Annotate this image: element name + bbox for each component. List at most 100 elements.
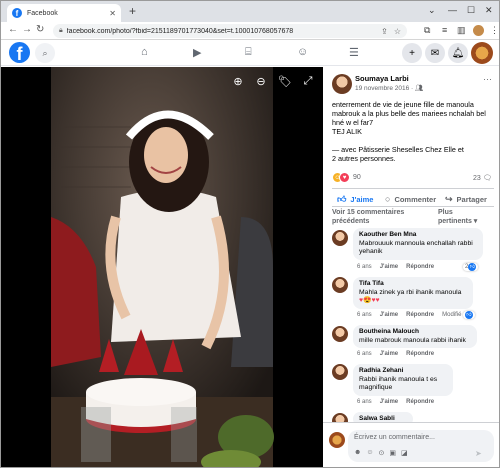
reactions-summary[interactable]: ☺ ♥ 90 [332, 172, 361, 183]
comment-meta: 6 ans J'aime Répondre [357, 351, 434, 357]
commenter-name[interactable]: Tifa Tifa [359, 280, 467, 289]
tab-title: Facebook [27, 9, 58, 17]
address-row: ← → ↻ 🔒︎ facebook.com/photo/?fbid=215118… [1, 22, 499, 40]
comment-reply-button[interactable]: Répondre [406, 264, 434, 270]
chevron-down-icon: ▾ [473, 217, 478, 225]
commenter-name[interactable]: Kaouther Ben Mna [359, 231, 477, 240]
reload-icon[interactable]: ↻ [36, 24, 44, 35]
avatar-sticker-icon[interactable]: ☻ [354, 449, 361, 457]
share-arrow-icon: ↪ [445, 194, 453, 204]
comment-bubble: Kaouther Ben Mna Mabrouuuk mannoula ench… [353, 228, 483, 260]
comment-count[interactable]: 23 🗨︎ [473, 174, 492, 182]
marketplace-icon[interactable]: ⌸ [245, 46, 252, 59]
comment-edited-label: Modifié [442, 312, 462, 318]
post-panel: Soumaya Larbi 19 novembre 2016 · 👥︎ ··· … [323, 67, 499, 467]
current-user-avatar [329, 432, 345, 448]
groups-icon[interactable]: ☺ [297, 46, 308, 58]
comment-placeholder: Écrivez un commentaire... [354, 434, 435, 441]
search-icon[interactable]: ⌕ [35, 43, 55, 63]
more-options-icon[interactable]: ··· [483, 74, 492, 84]
kebab-menu-icon[interactable]: ⋮ [490, 25, 499, 36]
comment-reply-button[interactable]: Répondre [406, 312, 434, 318]
emoji-icon[interactable]: ☺ [366, 449, 373, 457]
watch-icon[interactable]: ▶ [193, 46, 201, 59]
comment-meta: 6 ans J'aime Répondre [357, 264, 434, 270]
send-icon[interactable]: ➤ [475, 449, 482, 458]
comment-like-button[interactable]: J'aime [380, 351, 398, 357]
chevron-down-icon[interactable]: ⌄ [428, 5, 436, 16]
menu-icon[interactable]: ☰ [349, 46, 359, 59]
comment-label: Commenter [394, 194, 437, 204]
sticker-icon[interactable]: ◪ [401, 449, 408, 457]
messenger-icon[interactable]: ✉ [425, 43, 445, 63]
commenter-avatar[interactable] [332, 364, 348, 380]
post-text: enterrement de vie de jeune fille de man… [332, 100, 486, 163]
commenter-avatar[interactable] [332, 326, 348, 342]
comment-reaction-badge[interactable]: 2 👍︎ [463, 263, 479, 271]
comment-like-button[interactable]: J'aime [380, 264, 398, 270]
notifications-bell-icon[interactable]: 🔔︎ [448, 43, 468, 63]
commenter-avatar[interactable] [332, 277, 348, 293]
comment-sort-dropdown[interactable]: Plus pertinents ▾ [438, 209, 488, 226]
browser-profile-avatar[interactable] [473, 25, 484, 36]
maximize-icon[interactable]: ☐ [467, 5, 475, 16]
comment-time[interactable]: 6 ans [357, 312, 372, 318]
camera-icon[interactable]: ⊙ [379, 449, 385, 457]
comment-meta: 6 ans J'aime Répondre Modifié [357, 312, 462, 318]
tag-icon[interactable]: 🏷︎ [277, 73, 293, 89]
comment-time[interactable]: 6 ans [357, 351, 372, 357]
comment-time[interactable]: 6 ans [357, 399, 372, 405]
close-window-icon[interactable]: ✕ [485, 5, 493, 16]
share-button[interactable]: ↪ Partager [445, 194, 487, 205]
side-panel-icon[interactable]: ▥ [457, 25, 466, 36]
new-tab-button[interactable]: + [129, 4, 136, 18]
comment-text: mille mabrouk manoula rabbi ihanik [359, 336, 466, 344]
address-bar[interactable]: 🔒︎ facebook.com/photo/?fbid=215118970177… [53, 24, 407, 38]
profile-avatar[interactable] [471, 42, 493, 64]
facebook-header: f ⌕ ⌂ ▶ ⌸ ☺ ☰ + ✉ 🔔︎ [1, 40, 499, 66]
home-icon[interactable]: ⌂ [141, 46, 148, 58]
comment-reply-button[interactable]: Répondre [406, 351, 434, 357]
commenter-name[interactable]: Boutheina Malouch [359, 328, 471, 337]
comment-like-button[interactable]: J'aime [380, 399, 398, 405]
browser-tab[interactable]: f Facebook ✕ [7, 4, 121, 22]
thumbs-up-icon: 👍︎ [337, 194, 347, 204]
comment-reaction-badge[interactable]: 👍︎ [463, 311, 475, 319]
comment-time[interactable]: 6 ans [357, 264, 372, 270]
close-tab-icon[interactable]: ✕ [109, 9, 116, 18]
minimize-icon[interactable]: — [448, 5, 457, 15]
comment-reply-button[interactable]: Répondre [406, 399, 434, 405]
commenter-avatar[interactable] [332, 230, 348, 246]
like-reaction-icon: 👍︎ [465, 311, 473, 319]
comment-like-button[interactable]: J'aime [380, 312, 398, 318]
author-name[interactable]: Soumaya Larbi [355, 74, 409, 83]
photo-viewer[interactable]: ⊕ ⊖ 🏷︎ ⤢ [1, 67, 323, 467]
comment-count-text: 23 [473, 175, 481, 182]
view-previous-comments-link[interactable]: Voir 15 commentaires précédents [332, 209, 432, 226]
like-button[interactable]: 👍︎ J'aime [337, 194, 373, 205]
create-plus-icon[interactable]: + [402, 43, 422, 63]
facebook-logo-icon[interactable]: f [9, 42, 30, 63]
zoom-out-icon[interactable]: ⊖ [253, 73, 269, 89]
lock-icon: 🔒︎ [59, 27, 63, 34]
comment-bubble-icon: 🗨︎ [482, 175, 492, 182]
gif-icon[interactable]: ▣ [389, 449, 396, 457]
author-avatar[interactable] [332, 74, 352, 94]
commenter-name[interactable]: Radhia Zehani [359, 367, 447, 376]
share-icon[interactable]: ⇪ [381, 27, 388, 36]
comment-button[interactable]: ○ Commenter [385, 194, 436, 204]
comment-input[interactable]: Écrivez un commentaire... ☻ ☺ ⊙ ▣ ◪ ➤ [348, 430, 494, 462]
friends-audience-icon: 👥︎ [414, 85, 424, 92]
forward-icon[interactable]: → [22, 24, 32, 35]
post-date[interactable]: 19 novembre 2016 · 👥︎ [355, 84, 423, 92]
extensions-icon[interactable]: ⧉ [424, 25, 430, 36]
fullscreen-icon[interactable]: ⤢ [300, 73, 316, 89]
zoom-in-icon[interactable]: ⊕ [230, 73, 246, 89]
share-label: Partager [456, 195, 487, 204]
facebook-favicon-icon: f [12, 8, 22, 18]
comment-text: Mabrouuuk mannoula enchallah rabbi yehan… [359, 239, 473, 256]
bookmark-star-icon[interactable]: ☆ [394, 27, 401, 36]
back-icon[interactable]: ← [8, 24, 18, 35]
reaction-count: 90 [353, 174, 361, 181]
menu-list-icon[interactable]: ≡ [442, 25, 447, 35]
